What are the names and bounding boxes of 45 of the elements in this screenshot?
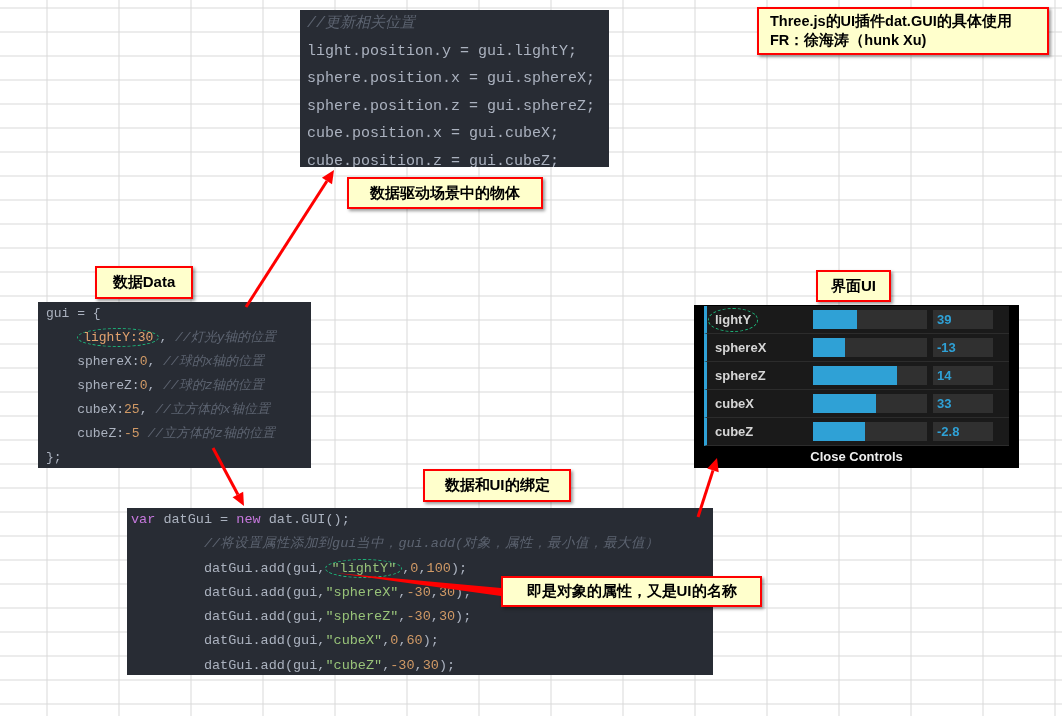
code-line: //更新相关位置 [307,15,415,32]
slider-fill[interactable] [813,338,846,357]
value-field[interactable]: 39 [933,310,993,329]
code-line: light.position.y = gui.lightY; [307,42,578,60]
note-text: FR：徐海涛（hunk Xu) [770,31,928,50]
value-field[interactable]: -13 [933,338,993,357]
code-line: cube.position.z = gui.cubeZ; [307,152,560,167]
code-line: var datGui = new dat.GUI(); [131,512,350,527]
slider-fill[interactable] [813,422,865,441]
slider-fill[interactable] [813,394,876,413]
code-line: datGui.add(gui,"cubeZ",-30,30); [203,657,456,673]
code-line: datGui.add(gui,"cubeX",0,60); [203,633,439,649]
code-line: sphereZ:0, //球的z轴的位置 [77,378,265,393]
code-line: sphereX:0, //球的x轴的位置 [77,354,265,369]
close-controls-button[interactable]: Close Controls [704,447,1009,467]
code-line: }; [46,450,62,465]
code-line: cube.position.x = gui.cubeX; [307,125,560,142]
slider-track[interactable] [813,310,927,329]
code-line: gui = { [46,306,101,321]
callout-note: 数据Data [95,266,193,299]
control-label: sphereX [714,339,768,358]
slider-track[interactable] [813,366,927,385]
arrow [211,447,244,506]
code-line: datGui.add(gui,"sphereZ",-30,30); [203,609,472,625]
code-line: cubeX:25, //立方体的x轴位置 [77,402,270,417]
slider-track[interactable] [813,422,927,441]
arrow [696,458,719,518]
code-line: sphere.position.x = gui.sphereX; [307,70,596,87]
callout-note: 数据和UI的绑定 [423,469,571,502]
value-field[interactable]: 14 [933,366,993,385]
control-label: cubeX [714,395,755,414]
code-line: cubeZ:-5 //立方体的z轴的位置 [77,426,275,441]
code-line: sphere.position.z = gui.sphereZ; [307,97,596,115]
control-label: cubeZ [714,423,755,442]
value-field[interactable]: 33 [933,394,993,413]
callout-note: 界面UI [816,270,891,302]
slider-track[interactable] [813,394,927,413]
slider-fill[interactable] [813,366,897,385]
callout-note: 数据驱动场景中的物体 [347,177,543,209]
callout-note: 即是对象的属性，又是UI的名称 [501,576,762,607]
value-field[interactable]: -2.8 [933,422,993,441]
slider-track[interactable] [813,338,927,357]
slider-fill[interactable] [813,310,858,329]
note-text: Three.js的UI插件dat.GUI的具体使用 [770,12,1013,31]
control-label: sphereZ [714,367,767,386]
